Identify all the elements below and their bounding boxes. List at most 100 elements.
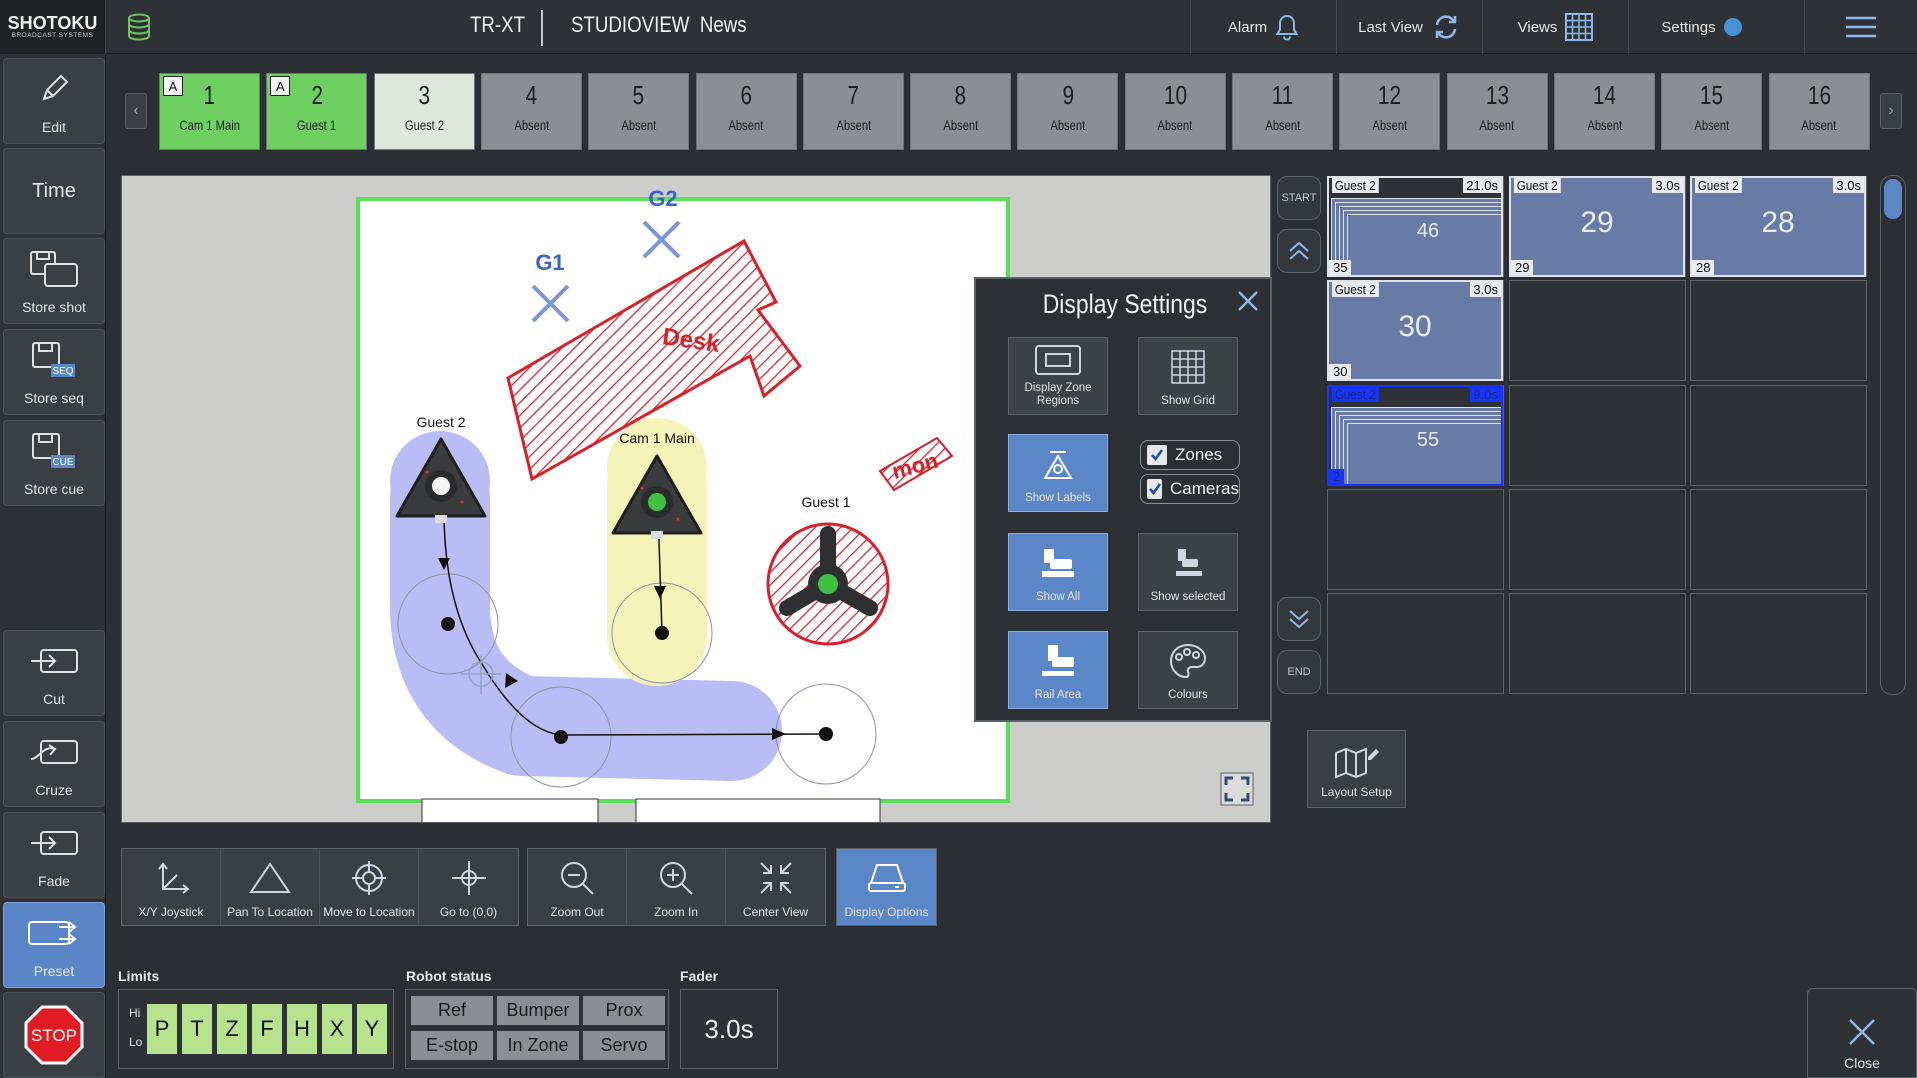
- shots-scrollbar[interactable]: [1880, 175, 1906, 695]
- camera-tile-16[interactable]: 16 Absent: [1768, 73, 1870, 150]
- shot-slot[interactable]: [1509, 593, 1686, 694]
- zone-region-icon: [1035, 345, 1081, 375]
- camera-tile-7[interactable]: 7 Absent: [802, 73, 904, 150]
- last-view-button[interactable]: Last View: [1336, 0, 1482, 54]
- camera-tile-13[interactable]: 13 Absent: [1446, 73, 1548, 150]
- camera-tile-2[interactable]: A 2 Guest 1: [266, 73, 368, 150]
- display-settings-close-button[interactable]: [1236, 289, 1260, 318]
- display-zone-regions-button[interactable]: Display Zone Regions: [1008, 337, 1108, 415]
- store-cue-button[interactable]: CUE Store cue: [3, 420, 105, 506]
- store-shot-button[interactable]: Store shot: [3, 238, 105, 324]
- camera-tile-6[interactable]: 6 Absent: [695, 73, 797, 150]
- show-all-button[interactable]: Show All: [1008, 533, 1108, 611]
- fade-button[interactable]: Fade: [3, 812, 105, 898]
- fader-value-button[interactable]: 3.0s: [680, 989, 778, 1069]
- expand-icon: [1220, 772, 1254, 806]
- scrollbar-thumb[interactable]: [1884, 179, 1902, 219]
- camera-tile-14[interactable]: 14 Absent: [1553, 73, 1655, 150]
- shot-slot[interactable]: [1690, 385, 1867, 486]
- show-selected-button[interactable]: Show selected: [1138, 533, 1238, 611]
- camera-tile-10[interactable]: 10 Absent: [1124, 73, 1226, 150]
- stop-button[interactable]: STOP: [3, 992, 105, 1078]
- pencil-icon: [42, 74, 69, 101]
- camera-strip-next-button[interactable]: ›: [1880, 93, 1902, 129]
- camera-number: 1: [203, 80, 216, 110]
- close-button[interactable]: Close: [1807, 988, 1917, 1078]
- shot-slot[interactable]: [1690, 280, 1867, 381]
- menu-button[interactable]: [1804, 0, 1917, 54]
- studio-label: STUDIOVIEW: [571, 12, 690, 37]
- guest1-camera-label: Guest 1: [801, 494, 850, 510]
- cut-button[interactable]: Cut: [3, 630, 105, 716]
- center-view-button[interactable]: Center View: [726, 849, 825, 925]
- rail-area-button[interactable]: Rail Area: [1008, 631, 1108, 709]
- shot-duration: 3.0s: [1652, 178, 1683, 193]
- waypoint-dot[interactable]: [554, 730, 568, 744]
- pan-to-location-button[interactable]: Pan To Location: [221, 849, 320, 925]
- start-button[interactable]: START: [1277, 176, 1321, 220]
- shot-slot[interactable]: [1690, 593, 1867, 694]
- show-labels-button[interactable]: Show Labels: [1008, 434, 1108, 512]
- display-settings-panel: Display Settings Display Zone Regions Sh…: [974, 277, 1272, 722]
- store-shot-icon: [30, 251, 78, 287]
- shot-slot[interactable]: [1690, 489, 1867, 590]
- shot-card[interactable]: Guest 2 9.0s 55 2: [1327, 385, 1503, 486]
- alarm-button[interactable]: Alarm: [1190, 0, 1336, 54]
- waypoint-dot[interactable]: [655, 626, 669, 640]
- guest1-robot-icon[interactable]: [766, 522, 890, 646]
- limits-panel: Hi Lo PTZFHXY: [118, 989, 394, 1069]
- scroll-down-button[interactable]: [1277, 597, 1321, 641]
- shot-slot[interactable]: [1327, 593, 1504, 694]
- shot-card[interactable]: Guest 2 21.0s 46 35: [1327, 176, 1503, 277]
- store-seq-button[interactable]: SEQ Store seq: [3, 329, 105, 415]
- settings-button[interactable]: Settings: [1628, 0, 1774, 54]
- shot-index: 30: [1329, 364, 1352, 379]
- views-button[interactable]: Views: [1482, 0, 1628, 54]
- shot-number: 46: [1416, 220, 1440, 242]
- database-icon[interactable]: [126, 13, 152, 46]
- move-to-location-button[interactable]: Move to Location: [320, 849, 419, 925]
- waypoint-dot[interactable]: [819, 727, 833, 741]
- display-options-button[interactable]: Display Options: [837, 849, 936, 925]
- shot-card[interactable]: Guest 2 3.0s 29 29: [1509, 176, 1685, 277]
- cameras-checkbox[interactable]: Cameras: [1140, 474, 1240, 504]
- shot-slot[interactable]: [1509, 280, 1686, 381]
- camera-tile-3[interactable]: 3 Guest 2: [373, 73, 475, 150]
- colours-button[interactable]: Colours: [1138, 631, 1238, 709]
- go-to-origin-button[interactable]: Go to (0,0): [419, 849, 518, 925]
- end-button[interactable]: END: [1277, 650, 1321, 694]
- scroll-up-button[interactable]: [1277, 229, 1321, 273]
- camera-tile-9[interactable]: 9 Absent: [1017, 73, 1119, 150]
- fullscreen-button[interactable]: [1217, 769, 1257, 809]
- app-title: TR-XT: [470, 12, 526, 37]
- waypoint-dot[interactable]: [441, 617, 455, 631]
- camera-tile-5[interactable]: 5 Absent: [588, 73, 690, 150]
- zones-checkbox[interactable]: Zones: [1140, 440, 1240, 470]
- pan-to-location-label: Pan To Location: [227, 905, 313, 919]
- edit-button[interactable]: Edit: [3, 58, 105, 144]
- shot-slot[interactable]: [1327, 489, 1504, 590]
- zoom-out-button[interactable]: Zoom Out: [528, 849, 627, 925]
- camera-tile-4[interactable]: 4 Absent: [480, 73, 582, 150]
- camera-tile-12[interactable]: 12 Absent: [1339, 73, 1441, 150]
- shot-slot[interactable]: [1509, 385, 1686, 486]
- camera-tile-11[interactable]: 11 Absent: [1232, 73, 1333, 150]
- camera-tile-8[interactable]: 8 Absent: [910, 73, 1012, 150]
- camera-tile-1[interactable]: A 1 Cam 1 Main: [159, 73, 260, 150]
- camera-strip-prev-button[interactable]: ‹: [125, 93, 147, 129]
- cruze-button[interactable]: Cruze: [3, 721, 105, 807]
- show-grid-button[interactable]: Show Grid: [1138, 337, 1238, 415]
- preset-button[interactable]: Preset: [3, 902, 105, 988]
- shot-slot[interactable]: [1509, 489, 1686, 590]
- camera-tile-15[interactable]: 15 Absent: [1661, 73, 1763, 150]
- limits-lo-label: Lo: [129, 1035, 143, 1049]
- shot-card[interactable]: Guest 2 3.0s 30 30: [1327, 280, 1503, 381]
- layout-setup-button[interactable]: Layout Setup: [1307, 730, 1406, 808]
- robot-status-indicator: Prox: [583, 996, 665, 1025]
- cruze-label: Cruze: [35, 782, 73, 798]
- time-button[interactable]: Time: [3, 148, 105, 234]
- zoom-in-button[interactable]: Zoom In: [627, 849, 726, 925]
- xy-joystick-button[interactable]: X/Y Joystick: [122, 849, 221, 925]
- shot-card[interactable]: Guest 2 3.0s 28 28: [1690, 176, 1866, 277]
- camera-number: 13: [1485, 80, 1509, 110]
